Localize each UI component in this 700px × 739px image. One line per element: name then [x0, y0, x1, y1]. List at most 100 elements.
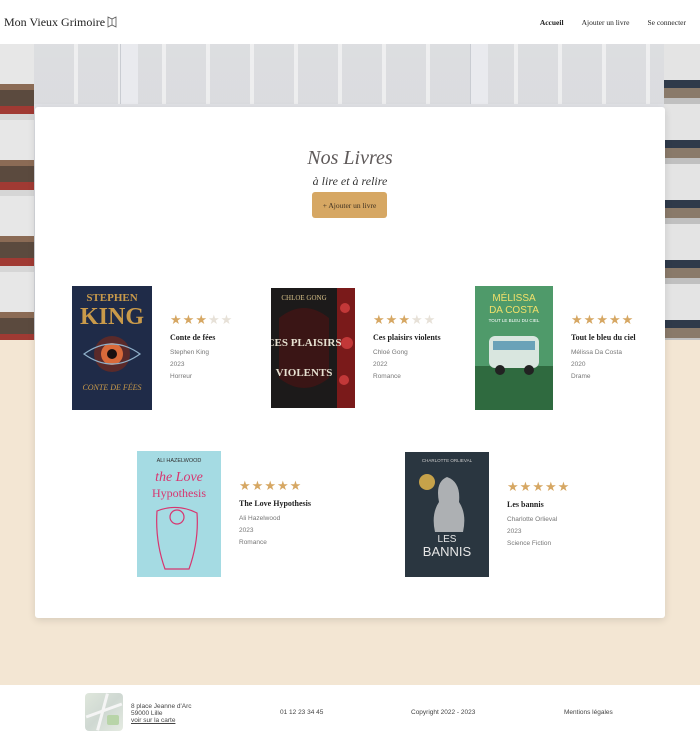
star-filled-icon: ★ — [608, 312, 621, 327]
cover-title: the Love — [155, 470, 203, 485]
star-filled-icon: ★ — [264, 478, 276, 493]
book-rating: ★ ★ ★ ★ ★ — [239, 479, 319, 492]
book-cover[interactable]: STEPHEN KING CONTE DE FÉES — [72, 286, 152, 410]
book-title[interactable]: Ces plaisirs violents — [373, 333, 453, 342]
book-info: ★ ★ ★ ★ ★ Tout le bleu du ciel Mélissa Da Co… — [571, 313, 651, 383]
star-filled-icon: ★ — [544, 478, 557, 494]
star-filled-icon: ★ — [385, 312, 398, 327]
book-rating: ★ ★ ★ ★ ★ — [507, 480, 587, 493]
book-cover[interactable]: CHARLOTTE ORLIEVAL LES BANNIS — [405, 452, 489, 577]
book-rating: ★ ★ ★ ★ ★ — [373, 313, 453, 326]
book-title[interactable]: Les bannis — [507, 500, 587, 509]
banner-pillar — [120, 44, 138, 104]
book-genre: Science Fiction — [507, 539, 552, 547]
book-title[interactable]: Tout le bleu du ciel — [571, 333, 651, 342]
star-filled-icon: ★ — [532, 478, 544, 494]
footer-copyright: Copyright 2022 - 2023 — [411, 709, 476, 716]
page-title: Nos Livres — [307, 147, 393, 169]
book-genre: Romance — [373, 373, 401, 380]
brand-name: Mon Vieux Grimoire — [4, 14, 106, 29]
book-info: ★ ★ ★ ★ ★ Les bannis Charlotte Orlieval 2023… — [507, 480, 587, 550]
star-filled-icon: ★ — [596, 312, 608, 327]
banner-shelf-left — [0, 44, 34, 340]
book-card[interactable]: CHLOE GONG CES PLAISIRS VIOLENTS ★ ★ ★ ★ ★ C… — [271, 288, 453, 408]
book-card[interactable]: CHARLOTTE ORLIEVAL LES BANNIS ★ ★ ★ ★ ★ Les … — [405, 452, 587, 577]
star-filled-icon: ★ — [557, 478, 570, 494]
nav-se-connecter[interactable]: Se connecter — [647, 18, 686, 27]
star-filled-icon: ★ — [571, 312, 583, 327]
star-empty-icon: ★ — [220, 312, 233, 327]
book-year: 2023 — [170, 361, 185, 368]
star-filled-icon: ★ — [507, 478, 519, 494]
star-filled-icon: ★ — [170, 312, 182, 327]
cover-author: ALI HAZELWOOD — [157, 458, 202, 464]
book-card[interactable]: MÉLISSA DA COSTA TOUT LE BLEU DU CIEL ★ ★… — [475, 286, 651, 410]
book-title[interactable]: Conte de fées — [170, 333, 250, 342]
book-cover[interactable]: CHLOE GONG CES PLAISIRS VIOLENTS — [271, 288, 355, 408]
address-line1: 8 place Jeanne d'Arc — [131, 703, 192, 710]
book-author: Mélissa Da Costa — [571, 349, 622, 356]
book-title[interactable]: The Love Hypothesis — [239, 499, 319, 508]
book-genre: Drame — [571, 373, 591, 380]
star-filled-icon: ★ — [195, 312, 207, 327]
book-author: Ali Hazelwood — [239, 515, 281, 522]
brand-logo[interactable]: Mon Vieux Grimoire — [4, 15, 117, 30]
book-card[interactable]: ALI HAZELWOOD the Love Hypothesis ★ ★ ★ ★ ★ … — [137, 451, 319, 577]
star-empty-icon: ★ — [410, 312, 423, 327]
book-cover[interactable]: ALI HAZELWOOD the Love Hypothesis — [137, 451, 221, 577]
cover-title: TOUT LE BLEU DU CIEL — [489, 318, 540, 323]
cover-title-2: VIOLENTS — [276, 367, 333, 379]
add-book-button[interactable]: + Ajouter un livre — [312, 192, 387, 218]
book-cover[interactable]: MÉLISSA DA COSTA TOUT LE BLEU DU CIEL — [475, 286, 553, 410]
book-cover-art: STEPHEN KING CONTE DE FÉES — [72, 286, 152, 410]
star-filled-icon: ★ — [373, 312, 385, 327]
book-year: 2020 — [571, 361, 586, 368]
cover-title-2: Hypothesis — [152, 486, 206, 500]
book-genre: Horreur — [170, 373, 193, 380]
book-author: Charlotte Orlieval — [507, 515, 558, 523]
page-subtitle: à lire et à relire — [312, 174, 388, 188]
star-filled-icon: ★ — [398, 312, 410, 327]
map-park — [107, 715, 119, 725]
map-link[interactable]: voir sur la carte — [131, 717, 175, 724]
star-filled-icon: ★ — [289, 478, 302, 493]
site-header: Mon Vieux Grimoire Accueil Ajouter un li… — [0, 0, 700, 44]
star-filled-icon: ★ — [519, 478, 532, 494]
cover-author: CHARLOTTE ORLIEVAL — [422, 458, 473, 463]
book-card[interactable]: STEPHEN KING CONTE DE FÉES ★ ★ ★ ★ ★ Conte d… — [72, 286, 250, 410]
star-empty-icon: ★ — [423, 312, 436, 327]
cover-title: CES PLAISIRS — [271, 337, 341, 349]
book-info: ★ ★ ★ ★ ★ Conte de fées Stephen King 2023 Ho… — [170, 313, 250, 383]
cover-title-2: BANNIS — [423, 544, 472, 559]
banner-pillar — [470, 44, 488, 104]
cover-author-last: DA COSTA — [489, 305, 539, 316]
legal-link[interactable]: Mentions légales — [564, 709, 613, 716]
main-nav: Accueil Ajouter un livre Se connecter — [540, 18, 686, 27]
footer-phone: 01 12 23 34 45 — [280, 709, 324, 716]
book-cover-art: MÉLISSA DA COSTA TOUT LE BLEU DU CIEL — [475, 286, 553, 410]
address-line2: 59000 Lille — [131, 710, 163, 717]
nav-ajouter-livre[interactable]: Ajouter un livre — [582, 18, 630, 27]
star-empty-icon: ★ — [207, 312, 220, 327]
book-genre: Romance — [239, 539, 267, 546]
cover-author: MÉLISSA — [492, 291, 536, 304]
book-cover-art: CHLOE GONG CES PLAISIRS VIOLENTS — [271, 288, 355, 408]
book-cover-art: ALI HAZELWOOD the Love Hypothesis — [137, 451, 221, 577]
site-footer: 8 place Jeanne d'Arc 59000 Lille voir su… — [0, 685, 700, 739]
book-year: 2023 — [507, 527, 522, 535]
map-thumbnail[interactable] — [85, 693, 123, 731]
book-author: Stephen King — [170, 349, 210, 356]
book-cover-art: CHARLOTTE ORLIEVAL LES BANNIS — [405, 452, 489, 577]
nav-accueil[interactable]: Accueil — [540, 18, 564, 27]
book-year: 2022 — [373, 361, 388, 368]
open-book-icon — [107, 16, 117, 28]
star-filled-icon: ★ — [251, 478, 264, 493]
book-year: 2023 — [239, 527, 254, 534]
book-info: ★ ★ ★ ★ ★ The Love Hypothesis Ali Hazelwood … — [239, 479, 319, 549]
book-rating: ★ ★ ★ ★ ★ — [571, 313, 651, 326]
book-info: ★ ★ ★ ★ ★ Ces plaisirs violents Chloé Gong 2… — [373, 313, 453, 383]
cover-author: STEPHEN — [86, 292, 137, 304]
star-filled-icon: ★ — [239, 478, 251, 493]
star-filled-icon: ★ — [621, 312, 634, 327]
star-filled-icon: ★ — [583, 312, 596, 327]
